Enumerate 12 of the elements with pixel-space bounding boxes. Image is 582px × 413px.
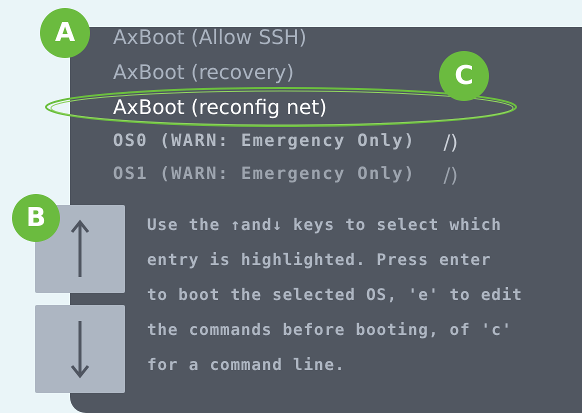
entry-suffix: /) xyxy=(444,130,458,154)
down-arrow-key[interactable] xyxy=(35,305,125,393)
help-text: Use the ↑and↓ keys to select which entry is highlighted. Press enter to boot the selected OS, 'e' to edit the commands before booting, of 'c' for a command line. xyxy=(147,214,523,376)
up-arrow-icon xyxy=(70,219,90,279)
entry-suffix: /) xyxy=(444,162,458,186)
callout-badge: B xyxy=(12,194,60,242)
menu-entry[interactable]: AxBoot (Allow SSH) xyxy=(113,20,307,55)
menu-entry[interactable]: OS0 (WARN: Emergency Only) xyxy=(113,133,416,150)
callout-badge: A xyxy=(40,8,90,58)
down-arrow-icon xyxy=(70,319,90,379)
menu-entry[interactable]: AxBoot (recovery) xyxy=(113,55,294,90)
menu-entry[interactable]: OS1 (WARN: Emergency Only) xyxy=(113,166,416,183)
